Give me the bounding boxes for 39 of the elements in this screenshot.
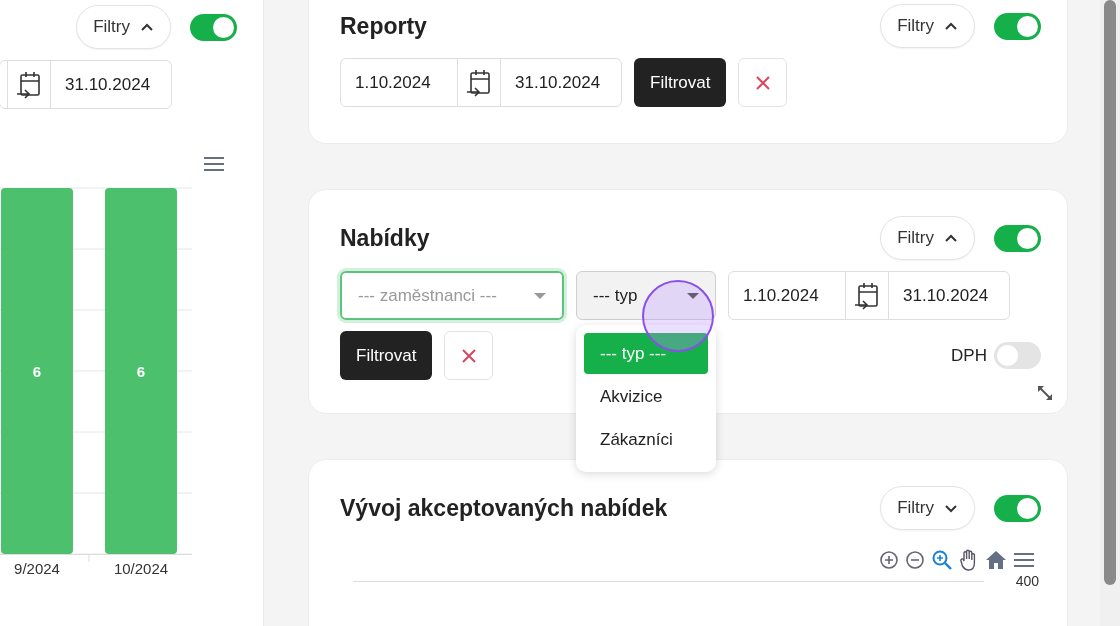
axis-label: 10/2024: [113, 560, 169, 577]
toggle-label: DPH: [951, 345, 987, 366]
home-icon[interactable]: [985, 550, 1007, 570]
zoom-out-icon[interactable]: [905, 550, 925, 570]
data-label: 6: [136, 363, 146, 380]
dropdown-option[interactable]: Zákazníci: [584, 419, 708, 460]
toggle-switch[interactable]: [994, 494, 1041, 522]
filter-button[interactable]: Filtry: [880, 486, 975, 530]
card-title: Vývoj akceptovaných nabídek: [340, 494, 669, 522]
toggle-switch[interactable]: [994, 342, 1041, 369]
menu-icon[interactable]: [1013, 551, 1035, 569]
toggle-switch[interactable]: [994, 224, 1041, 252]
filter-button[interactable]: Filtry: [76, 5, 171, 49]
scrollbar-thumb[interactable]: [1104, 0, 1116, 585]
chevron-icon: [944, 21, 958, 31]
clear-button[interactable]: [444, 331, 494, 380]
resize-icon[interactable]: [1037, 385, 1053, 401]
type-select[interactable]: --- typ: [576, 271, 716, 320]
zoom-in-icon[interactable]: [879, 550, 899, 570]
filter-button[interactable]: Filtry: [880, 4, 975, 48]
dropdown-option[interactable]: Akvizice: [584, 376, 708, 417]
filter-button[interactable]: Filtry: [880, 216, 975, 260]
data-label: 6: [32, 363, 42, 380]
chevron-icon: [944, 503, 958, 513]
menu-icon[interactable]: [203, 157, 225, 171]
filter-submit-button[interactable]: Filtrovat: [634, 58, 727, 107]
chevron-icon: [140, 22, 154, 32]
clear-button[interactable]: [738, 58, 788, 107]
close-icon: [460, 347, 477, 364]
search-icon[interactable]: [931, 549, 953, 571]
toggle-switch[interactable]: [994, 12, 1041, 40]
toggle-switch[interactable]: [190, 13, 237, 41]
axis-label: 9/2024: [14, 560, 60, 577]
chevron-icon: [944, 233, 958, 243]
axis-label: 400: [1014, 573, 1040, 589]
card-title: Nabídky: [340, 224, 431, 252]
close-icon: [754, 74, 771, 91]
filter-submit-button[interactable]: Filtrovat: [340, 331, 433, 380]
card-title: Reporty: [340, 12, 428, 40]
